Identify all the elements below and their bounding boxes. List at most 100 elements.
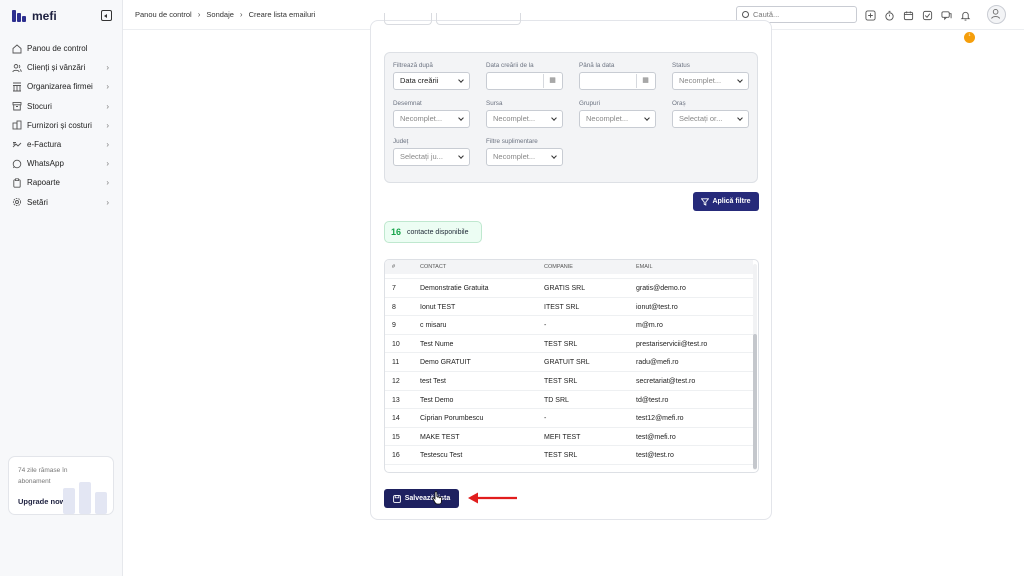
- save-list-button[interactable]: Salvează lista: [384, 489, 459, 508]
- cell-email: td@test.ro: [636, 396, 669, 404]
- sidebar-nav: Panou de control Clienți și vânzări › Organ…: [0, 39, 123, 212]
- calendar-icon[interactable]: ▦: [543, 74, 561, 88]
- filter-by-select[interactable]: Data creării: [393, 72, 470, 90]
- source-field: Sursa Necomplet...: [486, 100, 563, 128]
- prev-control-stub[interactable]: [384, 13, 432, 25]
- table-scrollbar[interactable]: [753, 264, 757, 470]
- cell-contact: Demo GRATUIT: [420, 359, 471, 367]
- tasks-icon[interactable]: [922, 8, 933, 21]
- county-select[interactable]: Selectați ju...: [393, 148, 470, 166]
- extra-filters-field: Filtre suplimentare Necomplet...: [486, 138, 563, 166]
- cell-email: radu@mefi.ro: [636, 359, 679, 367]
- city-field: Oraș Selectați or...: [672, 100, 749, 128]
- mefi-logo-icon: [12, 10, 28, 22]
- logo[interactable]: mefi: [12, 9, 57, 23]
- cell-contact: Testescu Test: [420, 452, 463, 460]
- cell-company: TEST SRL: [544, 377, 578, 385]
- available-count: 16: [391, 227, 402, 237]
- sidebar-item-efactura[interactable]: e-Factura ›: [0, 135, 123, 154]
- table-row[interactable]: 9 c misaru - m@m.ro: [385, 316, 753, 335]
- cell-contact: Demonstratie Gratuita: [420, 285, 489, 292]
- cell-contact: Ionut TEST: [420, 303, 456, 311]
- extra-filters-label: Filtre suplimentare: [486, 138, 538, 145]
- city-value: Selectați or...: [679, 114, 723, 123]
- breadcrumb-dashboard[interactable]: Panou de control: [135, 10, 192, 19]
- table-row[interactable]: 8 Ionut TEST ITEST SRL ionut@test.ro: [385, 298, 753, 317]
- annotation-arrow-icon: [468, 492, 517, 504]
- sidebar-item-users[interactable]: Clienți și vânzări ›: [0, 58, 123, 77]
- designated-label: Desemnat: [393, 100, 422, 107]
- building-icon: [12, 120, 22, 130]
- date-to-label: Până la data: [579, 62, 615, 69]
- breadcrumb-surveys[interactable]: Sondaje: [206, 10, 234, 19]
- date-to-input[interactable]: ▦: [579, 72, 656, 90]
- calendar-icon[interactable]: [903, 8, 914, 21]
- sidebar-item-clipboard[interactable]: Rapoarte ›: [0, 173, 123, 192]
- chevron-right-icon: ›: [106, 159, 109, 169]
- date-from-label: Data creării de la: [486, 62, 534, 69]
- status-field: Status Necomplet...: [672, 62, 749, 90]
- table-row[interactable]: 12 test Test TEST SRL secretariat@test.ro: [385, 372, 753, 391]
- sidebar-item-archive[interactable]: Stocuri ›: [0, 97, 123, 116]
- chevron-right-icon: ›: [106, 82, 109, 92]
- calendar-icon[interactable]: ▦: [636, 74, 654, 88]
- table-row[interactable]: 10 Test Nume TEST SRL prestariservicii@test…: [385, 335, 753, 354]
- chat-icon[interactable]: [941, 8, 952, 21]
- avatar[interactable]: [987, 5, 1006, 24]
- sidebar-item-home[interactable]: Panou de control: [0, 39, 123, 58]
- col-email: EMAIL: [636, 264, 653, 270]
- chevron-right-icon: ›: [106, 101, 109, 111]
- table-header: # CONTACT COMPANIE EMAIL: [385, 260, 753, 274]
- date-from-input[interactable]: ▦: [486, 72, 563, 90]
- source-label: Sursa: [486, 100, 503, 107]
- filter-by-value: Data creării: [400, 76, 439, 85]
- chevron-right-icon: ›: [197, 10, 201, 19]
- groups-label: Grupuri: [579, 100, 600, 107]
- groups-field: Grupuri Necomplet...: [579, 100, 656, 128]
- available-contacts-badge: 16 contacte disponibile: [384, 221, 482, 243]
- cell-company: TEST SRL: [544, 340, 578, 348]
- notifications-icon[interactable]: 1: [960, 8, 975, 43]
- table-row[interactable]: 7 Demonstratie Gratuita GRATIS SRL gratis@d…: [385, 279, 753, 298]
- sidebar-item-org[interactable]: Organizarea firmei ›: [0, 77, 123, 96]
- add-icon[interactable]: [865, 8, 876, 21]
- table-row[interactable]: 16 Testescu Test TEST SRL test@test.ro: [385, 446, 753, 465]
- cell-num: 13: [392, 396, 400, 404]
- table-row[interactable]: 14 Ciprian Porumbescu - test12@mefi.ro: [385, 409, 753, 428]
- sidebar-item-whatsapp[interactable]: WhatsApp ›: [0, 154, 123, 173]
- county-value: Selectați ju...: [400, 152, 443, 161]
- table-row[interactable]: 13 Test Demo TD SRL td@test.ro: [385, 391, 753, 410]
- groups-select[interactable]: Necomplet...: [579, 110, 656, 128]
- apply-filters-button[interactable]: Aplică filtre: [693, 192, 759, 211]
- sidebar-item-building[interactable]: Furnizori și costuri ›: [0, 116, 123, 135]
- table-row[interactable]: 15 MAKE TEST MEFI TEST test@mefi.ro: [385, 428, 753, 447]
- home-icon: [12, 43, 22, 54]
- cell-num: 9: [392, 322, 396, 330]
- timer-icon[interactable]: [884, 8, 895, 21]
- save-list-label: Salvează lista: [404, 495, 451, 502]
- col-contact: CONTACT: [420, 264, 447, 270]
- cell-num: 14: [392, 415, 400, 423]
- chevron-down-icon: [737, 77, 743, 83]
- chevron-right-icon: ›: [106, 139, 109, 149]
- upgrade-card: 74 zile rămase în abonament Upgrade now …: [8, 456, 114, 515]
- groups-value: Necomplet...: [586, 114, 629, 123]
- sidebar-item-label: Furnizori și costuri: [27, 120, 92, 130]
- collapse-sidebar-icon[interactable]: [101, 10, 112, 21]
- designated-select[interactable]: Necomplet...: [393, 110, 470, 128]
- sidebar-item-label: Rapoarte: [27, 178, 60, 188]
- chevron-down-icon: [737, 115, 743, 121]
- cell-email: gratis@demo.ro: [636, 285, 686, 292]
- extra-filters-select[interactable]: Necomplet...: [486, 148, 563, 166]
- source-select[interactable]: Necomplet...: [486, 110, 563, 128]
- whatsapp-icon: [12, 159, 22, 169]
- scrollbar-thumb[interactable]: [753, 334, 757, 469]
- search-icon: [742, 11, 749, 18]
- status-select[interactable]: Necomplet...: [672, 72, 749, 90]
- table-row[interactable]: 11 Demo GRATUIT GRATUIT SRL radu@mefi.ro: [385, 353, 753, 372]
- sidebar: mefi Panou de control Clienți și vânzări ›…: [0, 0, 123, 576]
- breadcrumb: Panou de control › Sondaje › Creare list…: [135, 10, 315, 19]
- prev-control-stub-2[interactable]: [436, 13, 521, 25]
- city-select[interactable]: Selectați or...: [672, 110, 749, 128]
- sidebar-item-gear[interactable]: Setări ›: [0, 193, 123, 212]
